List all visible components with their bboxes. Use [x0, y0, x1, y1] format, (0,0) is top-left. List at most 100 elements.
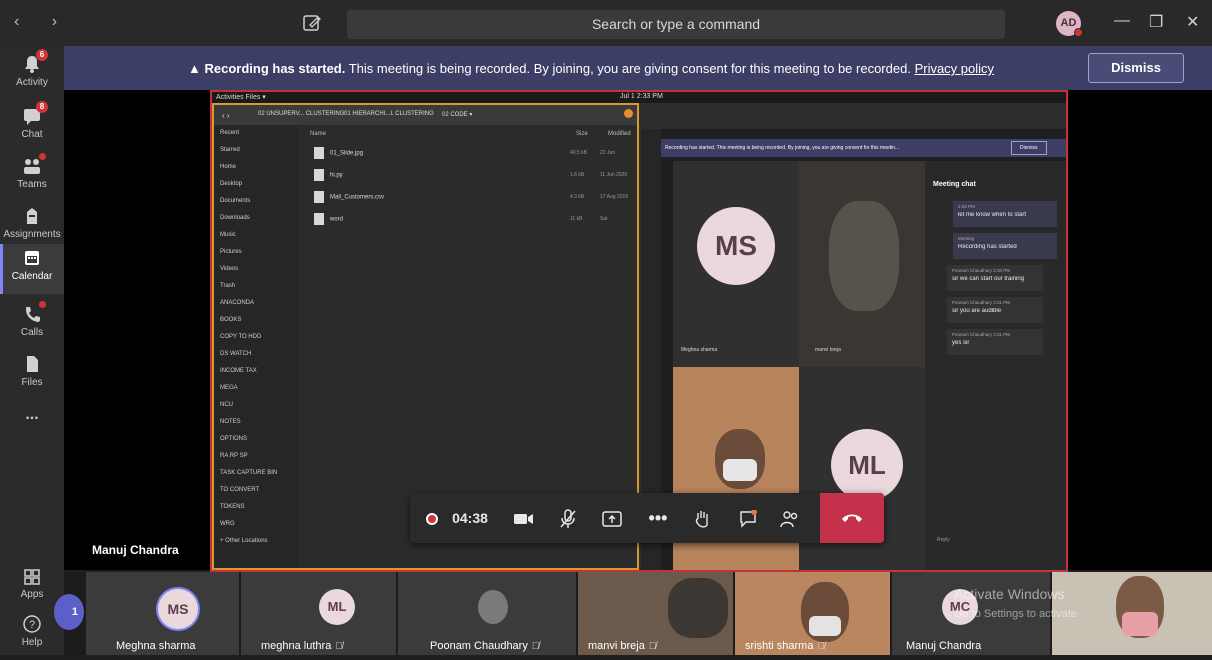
rail-item-calendar[interactable]: Calendar [0, 244, 64, 294]
people-icon [780, 510, 798, 527]
calendar-icon [21, 248, 43, 268]
chat-meta: 2:29 PM [958, 204, 975, 209]
raise-hand-button[interactable] [684, 493, 720, 543]
file-sidebar-item: Videos [220, 266, 239, 272]
participant-tile[interactable]: ML meghna luthra 🎙̸ [241, 572, 398, 655]
camera-icon [514, 513, 533, 524]
participants-button[interactable] [772, 493, 808, 543]
file-sidebar-item: NOTES [220, 419, 241, 425]
restore-button[interactable]: ❐ [1149, 12, 1163, 32]
overflow-count-button[interactable]: 1 [54, 594, 84, 630]
app-rail: 6 Activity 8 Chat Teams Assignments Cale… [0, 46, 64, 655]
rail-item-chat[interactable]: 8 Chat [0, 101, 64, 152]
presenter-name: Manuj Chandra [92, 543, 179, 557]
file-name: Mall_Customers.csv [330, 194, 385, 201]
inner-banner-text: Recording has started. This meeting is b… [665, 145, 900, 151]
participant-name: Manuj Chandra [906, 640, 982, 652]
activity-badge: 6 [36, 49, 48, 61]
chat-toggle-button[interactable] [730, 493, 766, 543]
rail-item-teams[interactable]: Teams [0, 152, 64, 202]
new-chat-icon[interactable] [301, 12, 323, 34]
participant-name-wrap: srishti sharma 🎙̸ [745, 640, 825, 652]
more-icon: ... [25, 406, 39, 423]
file-sidebar-item: Trash [220, 283, 236, 289]
face-mask [723, 459, 757, 481]
chat-meta: Poonam Chaudhary 2:31 PM [952, 300, 1011, 305]
watermark-line2: Go to Settings to activate [954, 608, 1077, 620]
share-screen-button[interactable] [594, 493, 630, 543]
file-sidebar-item: ANACONDA [220, 300, 255, 306]
teams-alert-dot [39, 153, 46, 160]
back-forward-icon: ‹ › [222, 111, 230, 120]
camera-button[interactable] [506, 493, 542, 543]
file-sidebar-item: COPY TO HDD [220, 334, 262, 340]
participant-tile[interactable]: MS Meghna sharma [86, 572, 241, 655]
meeting-chat-panel: Meeting chat 2:29 PM let me know when to … [925, 161, 1066, 570]
close-button[interactable]: ✕ [1186, 12, 1199, 32]
file-row: 01_Slide.jpg [314, 147, 363, 159]
rail-label: Teams [17, 179, 47, 190]
file-name: 01_Slide.jpg [330, 150, 364, 157]
shared-top-bar: Activities Files ▾ Jul 1 2:33 PM [212, 92, 1066, 103]
inner-recording-banner: Recording has started. This meeting is b… [661, 139, 1066, 157]
mic-off-icon: 🎙̸ [335, 641, 343, 652]
rail-label: Calendar [11, 271, 53, 282]
chat-meta: Poonam Chaudhary 2:31 PM [952, 332, 1011, 337]
file-sidebar-item: MEGA [220, 385, 238, 391]
file-sidebar-item: DS WATCH [220, 351, 252, 357]
file-icon [314, 191, 324, 203]
file-modified: 17 Aug 2019 [600, 194, 629, 200]
participant-tile[interactable]: manvi breja 🎙̸ [578, 572, 735, 655]
chat-message: 2:29 PM let me know when to start [953, 201, 1057, 227]
bell-icon: 6 [21, 49, 48, 74]
participant-tile[interactable]: Poonam Chaudhary 🎙̸ [398, 572, 578, 655]
hang-up-button[interactable] [820, 493, 884, 543]
more-actions-button[interactable]: ••• [640, 493, 676, 543]
column-modified: Modified [608, 131, 631, 137]
file-sidebar-item: BOOKS [220, 317, 242, 323]
file-icon [314, 169, 324, 181]
file-sidebar-item: Starred [220, 147, 240, 153]
file-sidebar-item: Pictures [220, 249, 242, 255]
rail-label: Assignments [3, 229, 61, 240]
participant-tile[interactable]: srishti sharma 🎙̸ [735, 572, 892, 655]
mic-button[interactable] [550, 493, 586, 543]
minimize-button[interactable]: — [1114, 12, 1130, 30]
search-input[interactable]: Search or type a command [347, 10, 1005, 39]
help-icon: ? [21, 614, 43, 634]
participant-name: Meghna sharma [116, 640, 196, 652]
chat-icon: 8 [21, 101, 48, 126]
recording-message: ▲ Recording has started. This meeting is… [188, 61, 994, 76]
file-sidebar-item: TOKENS [220, 504, 245, 510]
file-row: word [314, 213, 343, 225]
tile-name: Meghna sharma [681, 347, 718, 353]
file-row: hi.py [314, 169, 343, 181]
mic-off-icon: 🎙̸ [817, 641, 825, 652]
rail-item-files[interactable]: Files [0, 350, 64, 400]
warning-icon: ▲ [188, 61, 205, 76]
file-sidebar-item: RA RP SP [220, 453, 248, 459]
file-sidebar-item: Desktop [220, 181, 243, 187]
video-tile-camera: manvi breja [799, 161, 925, 367]
nav-arrows[interactable]: ‹ › [14, 13, 71, 31]
rail-item-calls[interactable]: Calls [0, 300, 64, 350]
rail-label: Files [21, 377, 43, 388]
inner-top-bar [641, 103, 1066, 129]
chat-message: Meeting Recording has started [953, 233, 1057, 259]
dismiss-button[interactable]: Dismiss [1088, 53, 1184, 83]
file-icon [21, 354, 43, 374]
privacy-policy-link[interactable]: Privacy policy [915, 61, 994, 76]
more-apps-button[interactable]: ... [0, 406, 64, 456]
file-size: 1.6 kB [570, 172, 585, 178]
chat-text: let me know when to start [958, 212, 1027, 218]
title-bar: ‹ › Search or type a command AD — ❐ ✕ [0, 0, 1212, 46]
rail-label: Activity [16, 77, 48, 88]
participant-name: Poonam Chaudhary [430, 640, 528, 652]
chat-message: Poonam Chaudhary 2:30 PM sir we can start… [947, 265, 1043, 291]
video-tile-ms: MS Meghna sharma [673, 161, 799, 367]
shared-clock: Jul 1 2:33 PM [620, 93, 663, 100]
participant-gallery: 1 MS Meghna sharma ML meghna luthra 🎙̸ Po… [54, 572, 1212, 655]
avatar-ms: MS [697, 207, 775, 285]
rail-item-activity[interactable]: 6 Activity [0, 49, 64, 100]
user-avatar[interactable]: AD [1056, 11, 1083, 37]
